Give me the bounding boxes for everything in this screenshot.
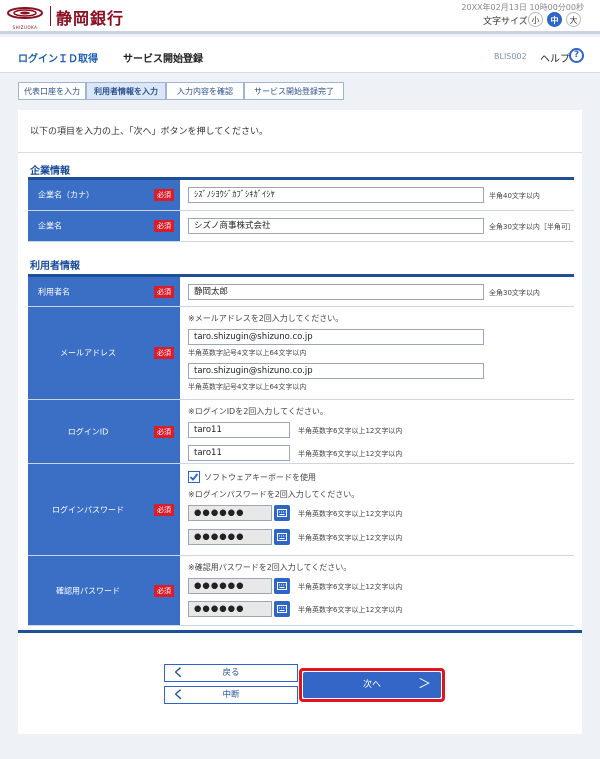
company-name-input[interactable]: シズノ商事株式会社 [188, 218, 484, 234]
keyboard-icon[interactable] [274, 578, 290, 594]
intro-text: 以下の項目を入力の上、「次へ」ボタンを押してください。 [30, 127, 268, 137]
section-rule [18, 630, 582, 633]
checkbox-checked-icon [189, 473, 199, 481]
keyboard-icon[interactable] [274, 601, 290, 617]
login-password-label: ログインパスワード [52, 505, 124, 514]
login-id-hint-1: 半角英数字6文字以上12文字以内 [298, 427, 403, 435]
company-kana-hint: 半角40文字以内 [489, 192, 540, 200]
required-badge: 必須 [154, 285, 174, 298]
confirm-password-input-1[interactable]: ●●●●●● [188, 578, 272, 594]
logo-separator [50, 6, 51, 26]
help-link[interactable]: ヘルプ [540, 50, 570, 65]
company-name-label: 企業名 [38, 221, 62, 231]
login-id-hint-2: 半角英数字6文字以上12文字以内 [298, 450, 403, 458]
chevron-left-icon: く [173, 688, 184, 701]
help-icon[interactable]: ? [569, 48, 584, 63]
required-badge: 必須 [154, 189, 174, 201]
screen-code: BLIS002 [494, 52, 527, 61]
email-note: ※メールアドレスを2回入力してください。 [188, 314, 344, 323]
login-password-input-2[interactable]: ●●●●●● [188, 529, 272, 545]
company-kana-label: 企業名（カナ） [38, 190, 94, 200]
next-button[interactable]: 次へ ＞ [303, 672, 441, 698]
step-3: 入力内容を確認 [166, 82, 244, 100]
software-keyboard-checkbox[interactable] [188, 471, 200, 483]
divider [18, 152, 582, 153]
confirm-password-label: 確認用パスワード [56, 586, 120, 595]
cancel-button[interactable]: く 中断 [164, 686, 298, 704]
user-name-input[interactable]: 静岡太郎 [188, 284, 484, 300]
confirm-password-input-2[interactable]: ●●●●●● [188, 601, 272, 617]
confirm-password-hint-1: 半角英数字6文字以上12文字以内 [298, 583, 403, 591]
email-row: メールアドレス 必須 ※メールアドレスを2回入力してください。 taro.shi… [28, 307, 574, 400]
required-badge: 必須 [154, 503, 174, 516]
font-size-large-button[interactable]: 大 [566, 12, 581, 27]
login-id-note: ※ログインIDを2回入力してください。 [188, 407, 328, 416]
bank-logo-icon [7, 7, 43, 19]
company-kana-row: 企業名（カナ） 必須 ｼｽﾞﾉｼﾖｳｼﾞｶﾌﾞｼｷｶﾞｲｼﾔ 半角40文字以内 [28, 180, 574, 211]
user-name-hint: 全角30文字以内 [489, 289, 540, 297]
header: SHIZUOKA 静岡銀行 20XX年02月13日 10時00分00秒 文字サイ… [0, 0, 600, 34]
chevron-left-icon: く [173, 666, 184, 679]
login-id-row: ログインID 必須 ※ログインIDを2回入力してください。 taro11 半角英… [28, 400, 574, 464]
required-badge: 必須 [154, 425, 174, 438]
user-name-label: 利用者名 [38, 287, 70, 296]
company-name-hint: 全角30文字以内［半角可］ [489, 223, 575, 231]
keyboard-icon[interactable] [274, 529, 290, 545]
font-size-label: 文字サイズ [483, 17, 528, 27]
title-bar: ログインＩＤ取得 サービス開始登録 BLIS002 ヘルプ ? [0, 37, 600, 73]
font-size-medium-button[interactable]: 中 [547, 12, 562, 27]
step-2: 利用者情報を入力 [86, 82, 166, 100]
required-badge: 必須 [154, 347, 174, 359]
login-password-row: ログインパスワード 必須 ソフトウェアキーボードを使用 ※ログインパスワードを2… [28, 464, 574, 556]
datetime: 20XX年02月13日 10時00分00秒 [461, 3, 584, 12]
cancel-button-label: 中断 [222, 690, 240, 700]
email-input-1[interactable]: taro.shizugin@shizuno.co.jp [188, 329, 484, 345]
software-keyboard-label[interactable]: ソフトウェアキーボードを使用 [204, 472, 316, 483]
font-size-small-button[interactable]: 小 [528, 12, 543, 27]
login-id-label: ログインID [67, 427, 109, 436]
login-id-title: ログインＩＤ取得 [18, 54, 98, 65]
step-1: 代表口座を入力 [18, 82, 86, 100]
confirm-password-hint-2: 半角英数字6文字以上12文字以内 [298, 606, 403, 614]
logo-small-text: SHIZUOKA [12, 25, 38, 30]
email-label: メールアドレス [60, 348, 116, 358]
main-card: 以下の項目を入力の上、「次へ」ボタンを押してください。 企業情報 企業名（カナ）… [18, 110, 582, 734]
company-section-title: 企業情報 [30, 166, 70, 177]
email-input-2[interactable]: taro.shizugin@shizuno.co.jp [188, 363, 484, 379]
confirm-password-row: 確認用パスワード 必須 ※確認用パスワードを2回入力してください。 ●●●●●●… [28, 556, 574, 626]
required-badge: 必須 [154, 584, 174, 597]
company-kana-input[interactable]: ｼｽﾞﾉｼﾖｳｼﾞｶﾌﾞｼｷｶﾞｲｼﾔ [188, 187, 484, 203]
confirm-password-note: ※確認用パスワードを2回入力してください。 [188, 563, 352, 572]
user-section-title: 利用者情報 [30, 261, 80, 272]
back-button[interactable]: く 戻る [164, 664, 298, 682]
step-4: サービス開始登録完了 [244, 82, 344, 100]
keyboard-icon[interactable] [274, 505, 290, 521]
login-password-hint-2: 半角英数字6文字以上12文字以内 [298, 534, 403, 542]
email-hint-1: 半角英数字記号4文字以上64文字以内 [188, 349, 307, 357]
email-hint-2: 半角英数字記号4文字以上64文字以内 [188, 383, 307, 391]
login-password-note: ※ログインパスワードを2回入力してください。 [188, 490, 360, 499]
company-name-row: 企業名 必須 シズノ商事株式会社 全角30文字以内［半角可］ [28, 211, 575, 242]
bank-name: 静岡銀行 [56, 9, 125, 28]
required-badge: 必須 [154, 220, 174, 232]
login-id-input-1[interactable]: taro11 [188, 422, 290, 438]
back-button-label: 戻る [222, 668, 240, 678]
login-password-hint-1: 半角英数字6文字以上12文字以内 [298, 510, 403, 518]
chevron-right-icon: ＞ [417, 677, 431, 692]
login-id-input-2[interactable]: taro11 [188, 445, 290, 461]
next-button-label: 次へ [362, 680, 381, 690]
login-password-input-1[interactable]: ●●●●●● [188, 505, 272, 521]
user-name-row: 利用者名 必須 静岡太郎 全角30文字以内 [28, 277, 574, 307]
page-title: サービス開始登録 [123, 54, 203, 65]
